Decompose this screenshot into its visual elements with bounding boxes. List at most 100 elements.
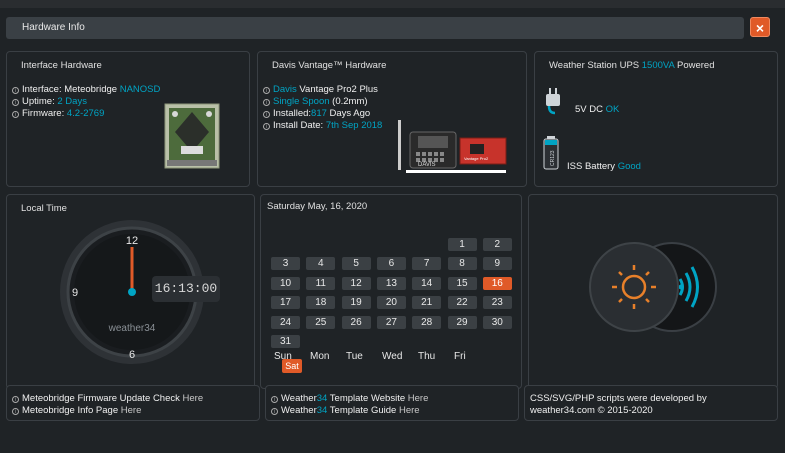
meteobridge-links-panel: i Meteobridge Firmware Update Check Here … — [6, 385, 260, 421]
digital-time-display: 16:13:00 — [152, 276, 220, 302]
calendar-day: 19 — [341, 296, 371, 310]
mb-info-link[interactable]: Here — [121, 405, 142, 416]
close-button[interactable]: × — [750, 17, 770, 37]
credit-site-link[interactable]: weather34.com — [530, 405, 595, 416]
clock-numeral-9: 9 — [72, 287, 78, 299]
info-icon: i — [271, 408, 278, 415]
background-strip — [0, 0, 785, 8]
calendar-day-today: 16 — [482, 276, 512, 290]
calendar-day: 30 — [482, 315, 512, 329]
svg-text:Vantage Pro2: Vantage Pro2 — [464, 156, 489, 161]
svg-text:DAVIS: DAVIS — [418, 162, 436, 168]
info-icon: i — [12, 111, 19, 118]
w34-guide-link[interactable]: Here — [399, 405, 420, 416]
modal-title-bar: Hardware Info — [6, 17, 744, 39]
calendar-day: 3 — [271, 257, 300, 271]
info-icon: i — [12, 87, 19, 94]
hardware-info-modal: Hardware Info × Interface Hardware i Inte… — [0, 8, 785, 453]
weekday-label: Fri — [454, 351, 466, 362]
clock-center-dot — [128, 288, 136, 296]
info-icon: i — [263, 87, 270, 94]
weather34-links-panel: i Weather34 Template Website Here i Weathe… — [265, 385, 519, 421]
calendar-day: 14 — [412, 276, 442, 290]
weekday-label: Wed — [382, 351, 403, 362]
calendar-day: 15 — [447, 276, 477, 290]
info-icon: i — [263, 123, 270, 130]
svg-text:CR123: CR123 — [550, 150, 556, 166]
dc-status-line: 5V DC OK — [575, 104, 620, 115]
ups-panel: Weather Station UPS 1500VA Powered 5V DC… — [534, 51, 778, 187]
calendar-day: 31 — [271, 335, 300, 348]
davis-gauge-line: i Single Spoon (0.2mm) — [263, 96, 368, 107]
davis-model-line: i Davis Vantage Pro2 Plus — [263, 84, 378, 95]
calendar-panel: Saturday May, 16, 2020 1 2 3 4 5 6 7 8 9 10 11 12 13… — [260, 194, 522, 389]
calendar-day: 21 — [412, 296, 442, 310]
davis-console-image: DAVIS Vantage Pro2 — [398, 120, 507, 173]
info-icon: i — [12, 99, 19, 106]
w34-guide-line: i Weather34 Template Guide Here — [271, 405, 420, 416]
interface-panel-title: Interface Hardware — [21, 60, 102, 71]
calendar-day: 25 — [306, 315, 336, 329]
meteobridge-device-image — [164, 103, 220, 169]
calendar-day: 13 — [376, 276, 406, 290]
calendar-day: 26 — [341, 315, 371, 329]
calendar-day: 9 — [482, 257, 512, 271]
calendar-day: 8 — [447, 257, 477, 271]
info-icon: i — [263, 111, 270, 118]
calendar-day: 1 — [447, 238, 477, 251]
calendar-day: 7 — [412, 257, 442, 271]
davis-panel-title: Davis Vantage™ Hardware — [272, 60, 387, 71]
calendar-day: 29 — [447, 315, 477, 329]
battery-status-line: ISS Battery Good — [567, 161, 641, 172]
calendar-day: 27 — [376, 315, 406, 329]
calendar-day: 24 — [271, 315, 300, 329]
calendar-day: 5 — [341, 257, 371, 271]
battery-icon: CR123 — [543, 136, 559, 170]
calendar-day: 22 — [447, 296, 477, 310]
interface-line: i Interface: Meteobridge NANOSD — [12, 84, 160, 95]
calendar-day: 11 — [306, 276, 336, 290]
calendar-title: Saturday May, 16, 2020 — [267, 201, 368, 212]
calendar-day: 2 — [482, 238, 512, 251]
calendar-day: 10 — [271, 276, 300, 290]
sun-moon-graphic — [589, 242, 717, 332]
davis-installed-line: i Installed:817 Days Ago — [263, 108, 370, 119]
clock-numeral-6: 6 — [129, 349, 135, 361]
info-icon: i — [271, 396, 278, 403]
calendar-day: 17 — [271, 296, 300, 310]
modal-title: Hardware Info — [22, 22, 85, 33]
uptime-line: i Uptime: 2 Days — [12, 96, 87, 107]
mb-update-line: i Meteobridge Firmware Update Check Here — [12, 393, 203, 404]
power-plug-icon — [546, 88, 560, 115]
credits-panel: CSS/SVG/PHP scripts were developed by we… — [524, 385, 778, 421]
calendar-day: 6 — [376, 257, 406, 271]
firmware-line: i Firmware: 4.2-2769 — [12, 108, 104, 119]
interface-hardware-panel: Interface Hardware i Interface: Meteobrid… — [6, 51, 250, 187]
davis-install-date-line: i Install Date: 7th Sep 2018 — [263, 120, 382, 131]
weekday-sat: Sat — [282, 359, 302, 373]
weekday-label: Mon — [310, 351, 330, 362]
davis-hardware-panel: Davis Vantage™ Hardware i Davis Vantage P… — [257, 51, 527, 187]
info-icon: i — [12, 396, 19, 403]
w34-website-link[interactable]: Here — [408, 393, 429, 404]
calendar-day: 18 — [306, 296, 336, 310]
daylight-panel — [528, 194, 778, 389]
info-icon: i — [12, 408, 19, 415]
calendar-day: 20 — [376, 296, 406, 310]
weekday-label: Thu — [418, 351, 436, 362]
clock-brand: weather34 — [108, 323, 156, 334]
calendar-day: 28 — [412, 315, 442, 329]
local-time-panel: Local Time 12 9 6 weather34 16:13:00 — [6, 194, 255, 389]
clock-numeral-12: 12 — [126, 235, 138, 247]
ups-panel-title: Weather Station UPS 1500VA Powered — [549, 60, 715, 71]
credit-line-2: weather34.com © 2015-2020 — [530, 405, 653, 416]
credit-line-1: CSS/SVG/PHP scripts were developed by — [530, 393, 707, 404]
local-time-title: Local Time — [21, 203, 67, 214]
info-icon: i — [263, 99, 270, 106]
mb-info-line: i Meteobridge Info Page Here — [12, 405, 141, 416]
calendar-day: 4 — [306, 257, 336, 271]
analog-clock: 12 9 6 weather34 — [60, 220, 204, 364]
weekday-label: Tue — [346, 351, 363, 362]
calendar-day: 12 — [341, 276, 371, 290]
mb-update-link[interactable]: Here — [183, 393, 204, 404]
